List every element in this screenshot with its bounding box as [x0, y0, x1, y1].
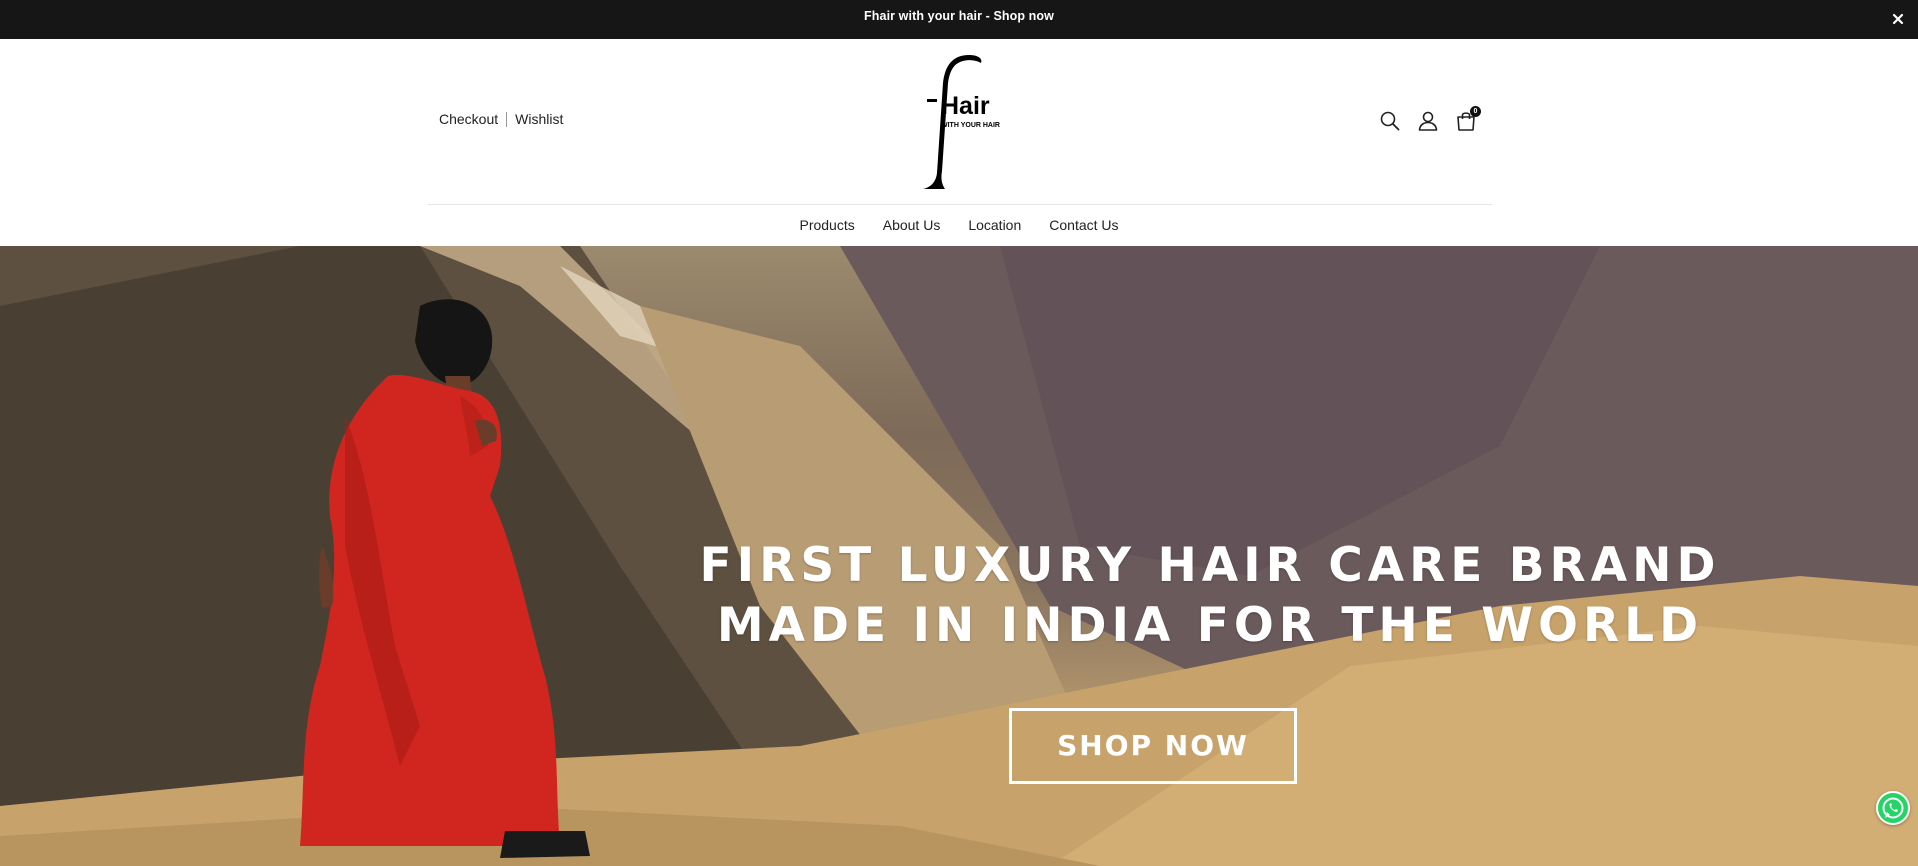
whatsapp-button[interactable] [1876, 791, 1910, 825]
utility-links: Checkout Wishlist [439, 111, 563, 127]
nav-divider [428, 204, 1492, 205]
hero-title-line-2: MADE IN INDIA FOR THE WORLD [716, 598, 1704, 653]
hero-title-line-1: FIRST LUXURY HAIR CARE BRAND [699, 538, 1721, 593]
shop-now-button[interactable]: SHOP NOW [1009, 708, 1297, 784]
brand-logo[interactable]: Hair WITH YOUR HAIR [905, 53, 1030, 191]
hero-banner: FIRST LUXURY HAIR CARE BRAND MADE IN IND… [0, 246, 1918, 866]
whatsapp-icon [1882, 797, 1904, 819]
checkout-link[interactable]: Checkout [439, 111, 498, 127]
divider [506, 111, 508, 127]
site-header: Checkout Wishlist Hair WITH YOUR HAIR 0 … [0, 39, 1918, 246]
search-icon[interactable] [1378, 109, 1402, 133]
main-nav: Products About Us Location Contact Us [0, 217, 1918, 233]
logo-wordmark: Hair [941, 92, 990, 120]
nav-item-location[interactable]: Location [968, 217, 1021, 233]
wishlist-link[interactable]: Wishlist [515, 111, 563, 127]
nav-item-products[interactable]: Products [799, 217, 854, 233]
header-icons: 0 [1378, 106, 1481, 133]
account-icon[interactable] [1416, 109, 1440, 133]
nav-item-about-us[interactable]: About Us [883, 217, 941, 233]
close-icon[interactable] [1891, 12, 1905, 26]
cart-button[interactable]: 0 [1454, 106, 1481, 133]
hero-title: FIRST LUXURY HAIR CARE BRAND MADE IN IND… [600, 536, 1820, 656]
announcement-text[interactable]: Fhair with your hair - Shop now [0, 0, 1918, 33]
logo-tagline: WITH YOUR HAIR [941, 122, 1000, 129]
announcement-bar: Fhair with your hair - Shop now [0, 0, 1918, 39]
nav-item-contact-us[interactable]: Contact Us [1049, 217, 1118, 233]
cart-count-badge: 0 [1470, 106, 1481, 117]
